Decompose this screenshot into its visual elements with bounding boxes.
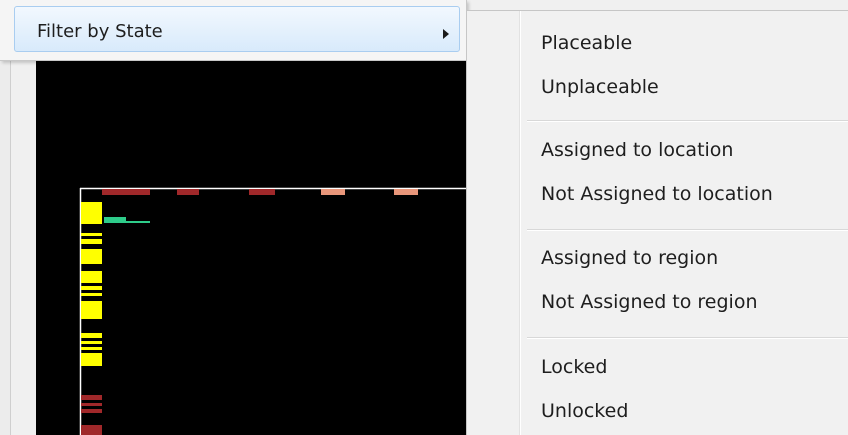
canvas-block[interactable] xyxy=(81,347,102,350)
canvas-block[interactable] xyxy=(81,301,102,319)
menu-item-not-assigned-to-location[interactable]: Not Assigned to location xyxy=(541,182,773,206)
canvas-block[interactable] xyxy=(81,293,102,296)
menu-item-not-assigned-to-region[interactable]: Not Assigned to region xyxy=(541,290,758,314)
menu-item-filter-by-state[interactable]: Filter by State xyxy=(14,6,460,52)
canvas-block[interactable] xyxy=(81,333,102,338)
menu-separator xyxy=(527,337,848,339)
canvas-block[interactable] xyxy=(81,409,102,413)
submenu-arrow-icon xyxy=(443,29,449,39)
menu-separator xyxy=(527,229,848,231)
context-menu: Filter by State xyxy=(0,0,467,61)
menu-item-label: Filter by State xyxy=(37,21,163,42)
layout-canvas[interactable] xyxy=(36,61,466,435)
canvas-block[interactable] xyxy=(81,286,102,290)
canvas-block[interactable] xyxy=(81,239,102,244)
canvas-block[interactable] xyxy=(81,353,102,366)
canvas-block[interactable] xyxy=(177,189,199,195)
canvas-block[interactable] xyxy=(81,425,102,435)
background-window-edge xyxy=(0,0,11,435)
menu-separator xyxy=(527,120,848,122)
canvas-block[interactable] xyxy=(81,403,102,406)
canvas-block[interactable] xyxy=(81,271,102,283)
menu-icon-gutter xyxy=(519,11,521,435)
menu-item-placeable[interactable]: Placeable xyxy=(541,31,632,55)
canvas-block[interactable] xyxy=(321,189,345,195)
menu-item-locked[interactable]: Locked xyxy=(541,355,607,379)
menu-item-unplaceable[interactable]: Unplaceable xyxy=(541,75,659,99)
canvas-block[interactable] xyxy=(81,202,102,224)
canvas-block[interactable] xyxy=(249,189,275,195)
canvas-drawing xyxy=(79,187,466,435)
menu-item-unlocked[interactable]: Unlocked xyxy=(541,399,628,423)
canvas-block[interactable] xyxy=(81,249,102,264)
canvas-block[interactable] xyxy=(81,233,102,236)
menu-item-assigned-to-location[interactable]: Assigned to location xyxy=(541,138,733,162)
canvas-block[interactable] xyxy=(81,341,102,344)
canvas-block[interactable] xyxy=(394,189,418,195)
canvas-block[interactable] xyxy=(81,395,102,400)
canvas-block[interactable] xyxy=(104,221,150,223)
canvas-block[interactable] xyxy=(102,189,150,195)
menu-item-assigned-to-region[interactable]: Assigned to region xyxy=(541,246,718,270)
filter-by-state-submenu: Placeable Unplaceable Assigned to locati… xyxy=(466,10,848,435)
